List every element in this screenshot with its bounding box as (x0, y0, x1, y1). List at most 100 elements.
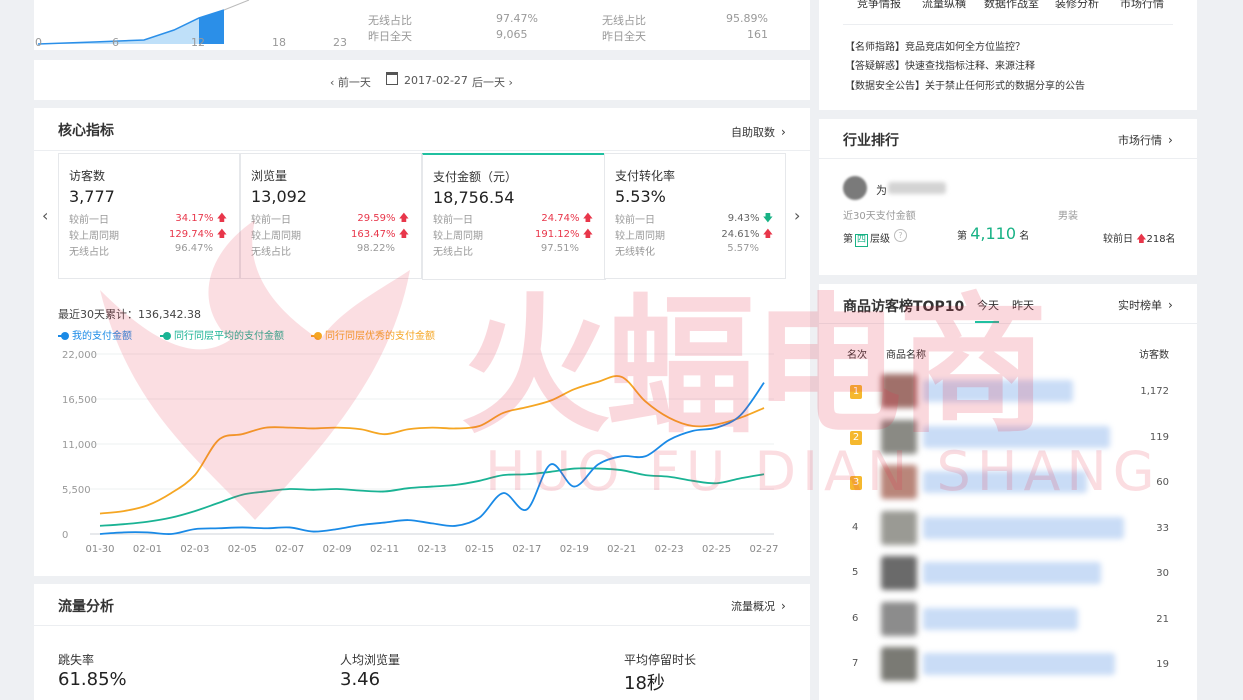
tab-traffic[interactable]: 流量纵横 (922, 0, 966, 11)
tab-today[interactable]: 今天 (977, 297, 999, 313)
x-tick-label: 02-21 (607, 544, 636, 555)
x-tick-label: 02-23 (655, 544, 684, 555)
rank-category: 男装 (1058, 211, 1078, 222)
kpi-card-visitors[interactable]: 访客数 3,777 较前一日 34.17% 🡅 较上周同期 129.74% 🡅 无线… (58, 153, 240, 279)
chevron-right-icon: › (1168, 133, 1173, 147)
x-tick-label: 02-15 (465, 544, 494, 555)
table-row[interactable]: 6 21 (819, 600, 1197, 640)
metric-value: 61.85% (58, 669, 127, 690)
kpi-card-payment[interactable]: 支付金额（元） 18,756.54 较前一日 24.74% 🡅 较上周同期 191.… (422, 153, 606, 280)
y-tick-label: 5,500 (62, 485, 91, 496)
x-tick-label: 02-03 (180, 544, 209, 555)
kpi-row-value: 5.57% (727, 243, 759, 254)
x-tick-label: 02-05 (228, 544, 257, 555)
rank-medal-icon: 2 (850, 430, 862, 445)
series-line-mine (99, 382, 765, 535)
table-row[interactable]: 3 60 (819, 463, 1197, 503)
kpi-row-value: 163.47% (351, 229, 396, 240)
help-icon[interactable]: ? (894, 229, 907, 242)
col-header-rank: 名次 (847, 350, 867, 361)
rank-number: 5 (852, 567, 859, 578)
table-row[interactable]: 7 19 (819, 645, 1197, 685)
kpi-row-label: 较前一日 (251, 215, 291, 226)
mini-tick: 18 (272, 36, 286, 49)
kpi-row-value: 96.47% (174, 243, 213, 254)
col-header-visitors: 访客数 (1139, 350, 1169, 361)
tab-decoration[interactable]: 装修分析 (1055, 0, 1099, 11)
rank-number: 4,110 (970, 224, 1016, 243)
rank-change: 较前日 🡅218名 (1103, 230, 1176, 249)
mini-tick: 23 (333, 36, 347, 49)
realtime-rank-link[interactable]: 实时榜单 › (1118, 297, 1173, 313)
mini-chart-card: 0 6 12 18 23 无线占比 97.47% 昨日全天 9,065 无线占比… (34, 0, 810, 50)
y-tick-label: 16,500 (62, 395, 97, 406)
rank-number: 4 (852, 521, 859, 533)
kpi-value: 18,756.54 (433, 188, 515, 207)
product-thumbnail (881, 647, 917, 681)
prev-day-button[interactable]: ‹ 前一天 (330, 74, 371, 90)
kpi-value: 5.53% (615, 187, 666, 206)
tab-war-room[interactable]: 数据作战室 (984, 0, 1039, 11)
kpi-row-value: 98.22% (356, 243, 395, 254)
stat-label: 昨日全天 (368, 30, 412, 43)
visitor-count: 119 (1149, 431, 1169, 443)
metric-label: 人均浏览量 (340, 653, 401, 667)
arrow-down-icon: 🡇 (762, 213, 773, 224)
shop-avatar (843, 176, 867, 200)
core-metrics-title: 核心指标 (58, 123, 114, 139)
self-service-label: 自助取数 (731, 126, 775, 139)
level-post: 层级 (870, 234, 891, 245)
visitor-count: 21 (1156, 613, 1169, 625)
kpi-row-label: 较前一日 (433, 215, 473, 226)
rank-medal-icon: 3 (850, 476, 862, 490)
chevron-right-icon: › (781, 125, 786, 139)
table-row[interactable]: 4 33 (819, 509, 1197, 549)
kpi-prev-arrow-icon[interactable]: ‹ (42, 206, 48, 225)
kpi-row-value: 24.61% (721, 229, 760, 240)
calendar-icon[interactable] (386, 72, 398, 85)
market-link-label: 市场行情 (1118, 134, 1162, 147)
kpi-card-pageviews[interactable]: 浏览量 13,092 较前一日 29.59% 🡅 较上周同期 163.47% 🡅 无… (240, 153, 422, 279)
kpi-row-label: 较上周同期 (69, 231, 119, 242)
kpi-next-arrow-icon[interactable]: › (794, 206, 800, 225)
level-badge: 四 (855, 234, 869, 247)
notice-link[interactable]: 【答疑解惑】快速查找指标注释、来源注释 (845, 57, 1035, 72)
rank-info: 第 4,110 名 (957, 224, 1029, 243)
rank-change-value: 218名 (1146, 234, 1176, 245)
y-tick-label: 11,000 (62, 440, 97, 451)
table-row[interactable]: 1 1,172 (819, 372, 1197, 412)
stat-label: 昨日全天 (602, 30, 646, 43)
kpi-row-value: 29.59% (357, 213, 396, 224)
x-tick-label: 02-19 (560, 544, 589, 555)
tab-market[interactable]: 市场行情 (1120, 0, 1164, 11)
market-link[interactable]: 市场行情 › (1118, 132, 1173, 148)
table-row[interactable]: 2 119 (819, 418, 1197, 458)
notice-link[interactable]: 【数据安全公告】关于禁止任何形式的数据分享的公告 (845, 77, 1085, 92)
mini-tick: 12 (191, 36, 205, 49)
kpi-row-label: 较前一日 (69, 215, 109, 226)
arrow-up-icon: 🡅 (762, 229, 773, 240)
next-day-button[interactable]: 后一天 › (472, 74, 513, 90)
visitor-count: 33 (1156, 522, 1169, 534)
product-thumbnail (881, 374, 917, 408)
tab-yesterday[interactable]: 昨天 (1012, 297, 1034, 313)
shop-name-blurred (888, 182, 946, 194)
kpi-card-conversion[interactable]: 支付转化率 5.53% 较前一日 9.43% 🡇 较上周同期 24.61% 🡅 无线… (604, 153, 786, 279)
arrow-up-icon: 🡅 (216, 229, 227, 240)
traffic-overview-link[interactable]: 流量概况 › (731, 598, 786, 614)
tab-competition[interactable]: 竞争情报 (857, 0, 901, 11)
self-service-link[interactable]: 自助取数 › (731, 124, 786, 140)
x-tick-label: 02-09 (323, 544, 352, 555)
traffic-card (34, 584, 810, 700)
current-date[interactable]: 2017-02-27 (404, 74, 468, 87)
arrow-up-icon: 🡅 (582, 213, 593, 224)
notice-link[interactable]: 【名师指路】竞品竞店如何全方位监控？ (845, 38, 1025, 53)
col-header-name: 商品名称 (886, 350, 926, 361)
shop-name-prefix: 为 (876, 184, 887, 197)
x-tick-label: 02-27 (749, 544, 778, 555)
level-pre: 第 (843, 234, 853, 245)
stat-value: 161 (747, 28, 768, 41)
product-thumbnail (881, 465, 917, 499)
visitor-count: 60 (1156, 477, 1169, 488)
table-row[interactable]: 5 30 (819, 554, 1197, 594)
